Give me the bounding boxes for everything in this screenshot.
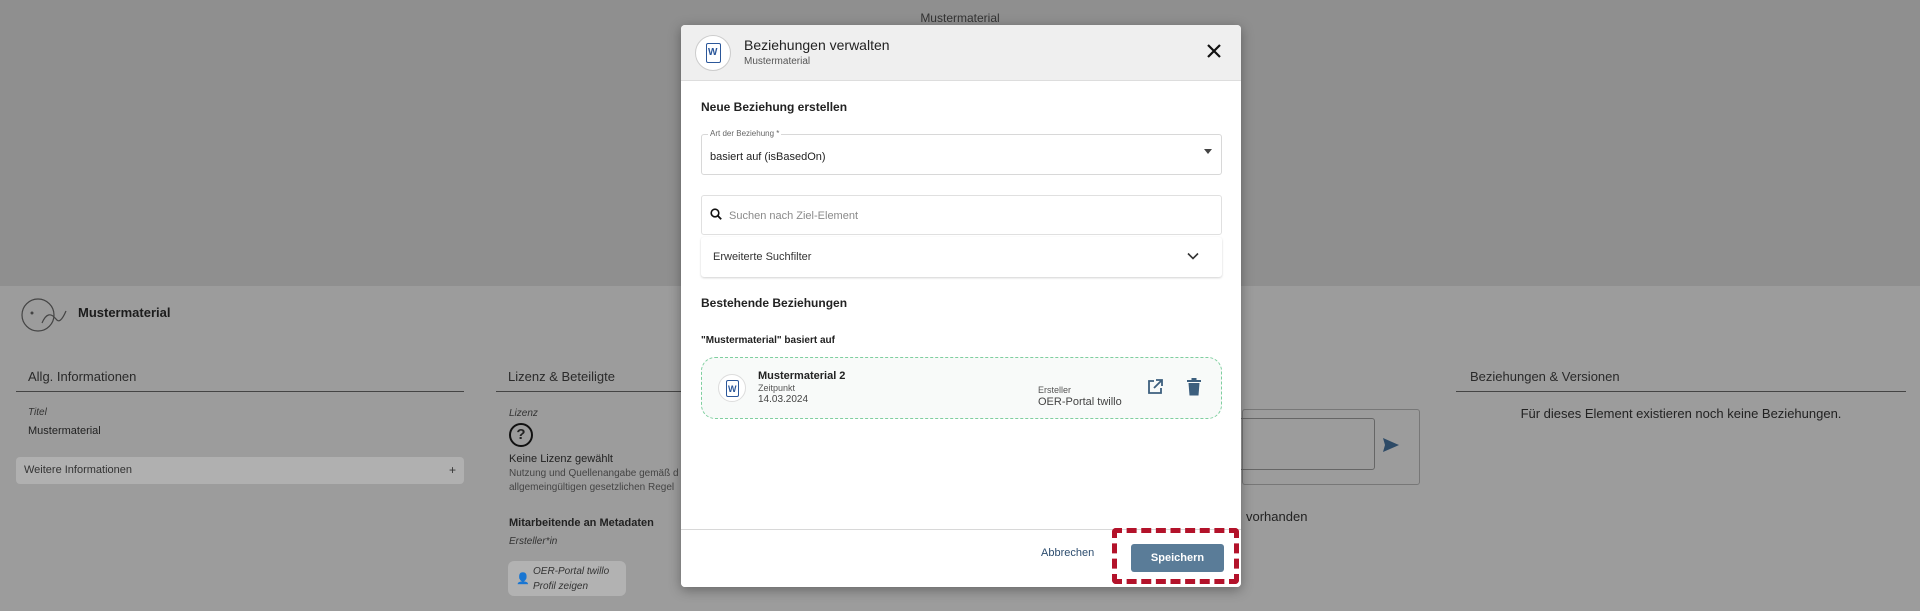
- more-info-label: Weitere Informationen: [24, 464, 133, 476]
- relation-item: W Mustermaterial 2 Zeitpunkt 14.03.2024 …: [701, 357, 1222, 419]
- plus-icon: +: [448, 463, 456, 477]
- relation-item-name: Mustermaterial 2: [758, 370, 846, 382]
- more-info-toggle[interactable]: Weitere Informationen +: [16, 457, 464, 484]
- send-icon[interactable]: [1382, 437, 1400, 453]
- cancel-button[interactable]: Abbrechen: [1041, 547, 1094, 559]
- existing-relations-heading: Bestehende Beziehungen: [701, 296, 848, 310]
- close-icon[interactable]: [1202, 39, 1226, 63]
- logo-icon: [21, 298, 67, 332]
- title-label: Titel: [28, 407, 47, 418]
- relation-type-select[interactable]: Art der Beziehung * basiert auf (isBased…: [701, 129, 1222, 175]
- dialog-title: Beziehungen verwalten: [744, 37, 890, 53]
- background-top-title: Mustermaterial: [920, 11, 1000, 25]
- relation-type-label: Art der Beziehung *: [708, 129, 782, 138]
- caret-down-icon: [1204, 149, 1212, 154]
- license-desc-2: allgemeingültigen gesetzlichen Regel: [509, 482, 675, 493]
- new-relation-heading: Neue Beziehung erstellen: [701, 100, 848, 114]
- person-icon: 👤: [516, 573, 530, 585]
- profile-link[interactable]: Profil zeigen: [533, 579, 618, 594]
- relations-none-text: Für dieses Element existieren noch keine…: [1520, 406, 1842, 421]
- relation-type-value: basiert auf (isBasedOn): [710, 151, 826, 163]
- save-button[interactable]: Speichern: [1131, 544, 1224, 572]
- advanced-filter-toggle[interactable]: Erweiterte Suchfilter: [701, 237, 1222, 277]
- search-icon: [710, 208, 722, 220]
- word-document-icon: W: [695, 35, 731, 71]
- word-letter: W: [708, 47, 718, 58]
- contributors-heading: Mitarbeitende an Metadaten: [509, 517, 654, 529]
- no-license-text: Keine Lizenz gewählt: [509, 453, 613, 465]
- trash-icon[interactable]: [1186, 378, 1202, 396]
- open-external-icon[interactable]: [1146, 378, 1164, 396]
- comments-none-text: vorhanden: [1246, 509, 1308, 524]
- manage-relations-dialog: W Beziehungen verwalten Mustermaterial N…: [681, 25, 1241, 587]
- chevron-down-icon: [1187, 252, 1199, 260]
- title-value: Mustermaterial: [28, 425, 101, 437]
- relations-heading: Beziehungen & Versionen: [1456, 369, 1906, 392]
- relation-creator-value: OER-Portal twillo: [1038, 396, 1122, 408]
- target-search-field[interactable]: Suchen nach Ziel-Element: [701, 195, 1222, 235]
- word-letter: W: [728, 384, 737, 394]
- dialog-footer: Abbrechen Speichern: [681, 528, 1241, 587]
- relation-time-label: Zeitpunkt: [758, 383, 796, 393]
- relation-group-label: "Mustermaterial" basiert auf: [701, 335, 835, 346]
- author-name: OER-Portal twillo: [533, 566, 610, 577]
- creator-label: Ersteller*in: [509, 536, 558, 547]
- license-heading: Lizenz & Beteiligte: [496, 369, 706, 392]
- relation-time-value: 14.03.2024: [758, 394, 809, 405]
- question-icon: ?: [509, 423, 533, 447]
- search-input[interactable]: Suchen nach Ziel-Element: [729, 210, 858, 222]
- dialog-header: W Beziehungen verwalten Mustermaterial: [681, 25, 1241, 81]
- license-label: Lizenz: [509, 408, 538, 419]
- author-chip[interactable]: 👤 OER-Portal twillo Profil zeigen: [508, 561, 626, 596]
- relation-creator-label: Ersteller: [1038, 385, 1072, 395]
- comment-input[interactable]: [1230, 418, 1375, 470]
- general-info-heading: Allg. Informationen: [16, 369, 464, 392]
- advanced-filter-label: Erweiterte Suchfilter: [713, 251, 812, 263]
- word-document-icon: W: [718, 374, 746, 402]
- dialog-subtitle: Mustermaterial: [744, 56, 811, 67]
- license-desc-1: Nutzung und Quellenangabe gemäß d: [509, 468, 679, 479]
- element-name: Mustermaterial: [78, 305, 171, 320]
